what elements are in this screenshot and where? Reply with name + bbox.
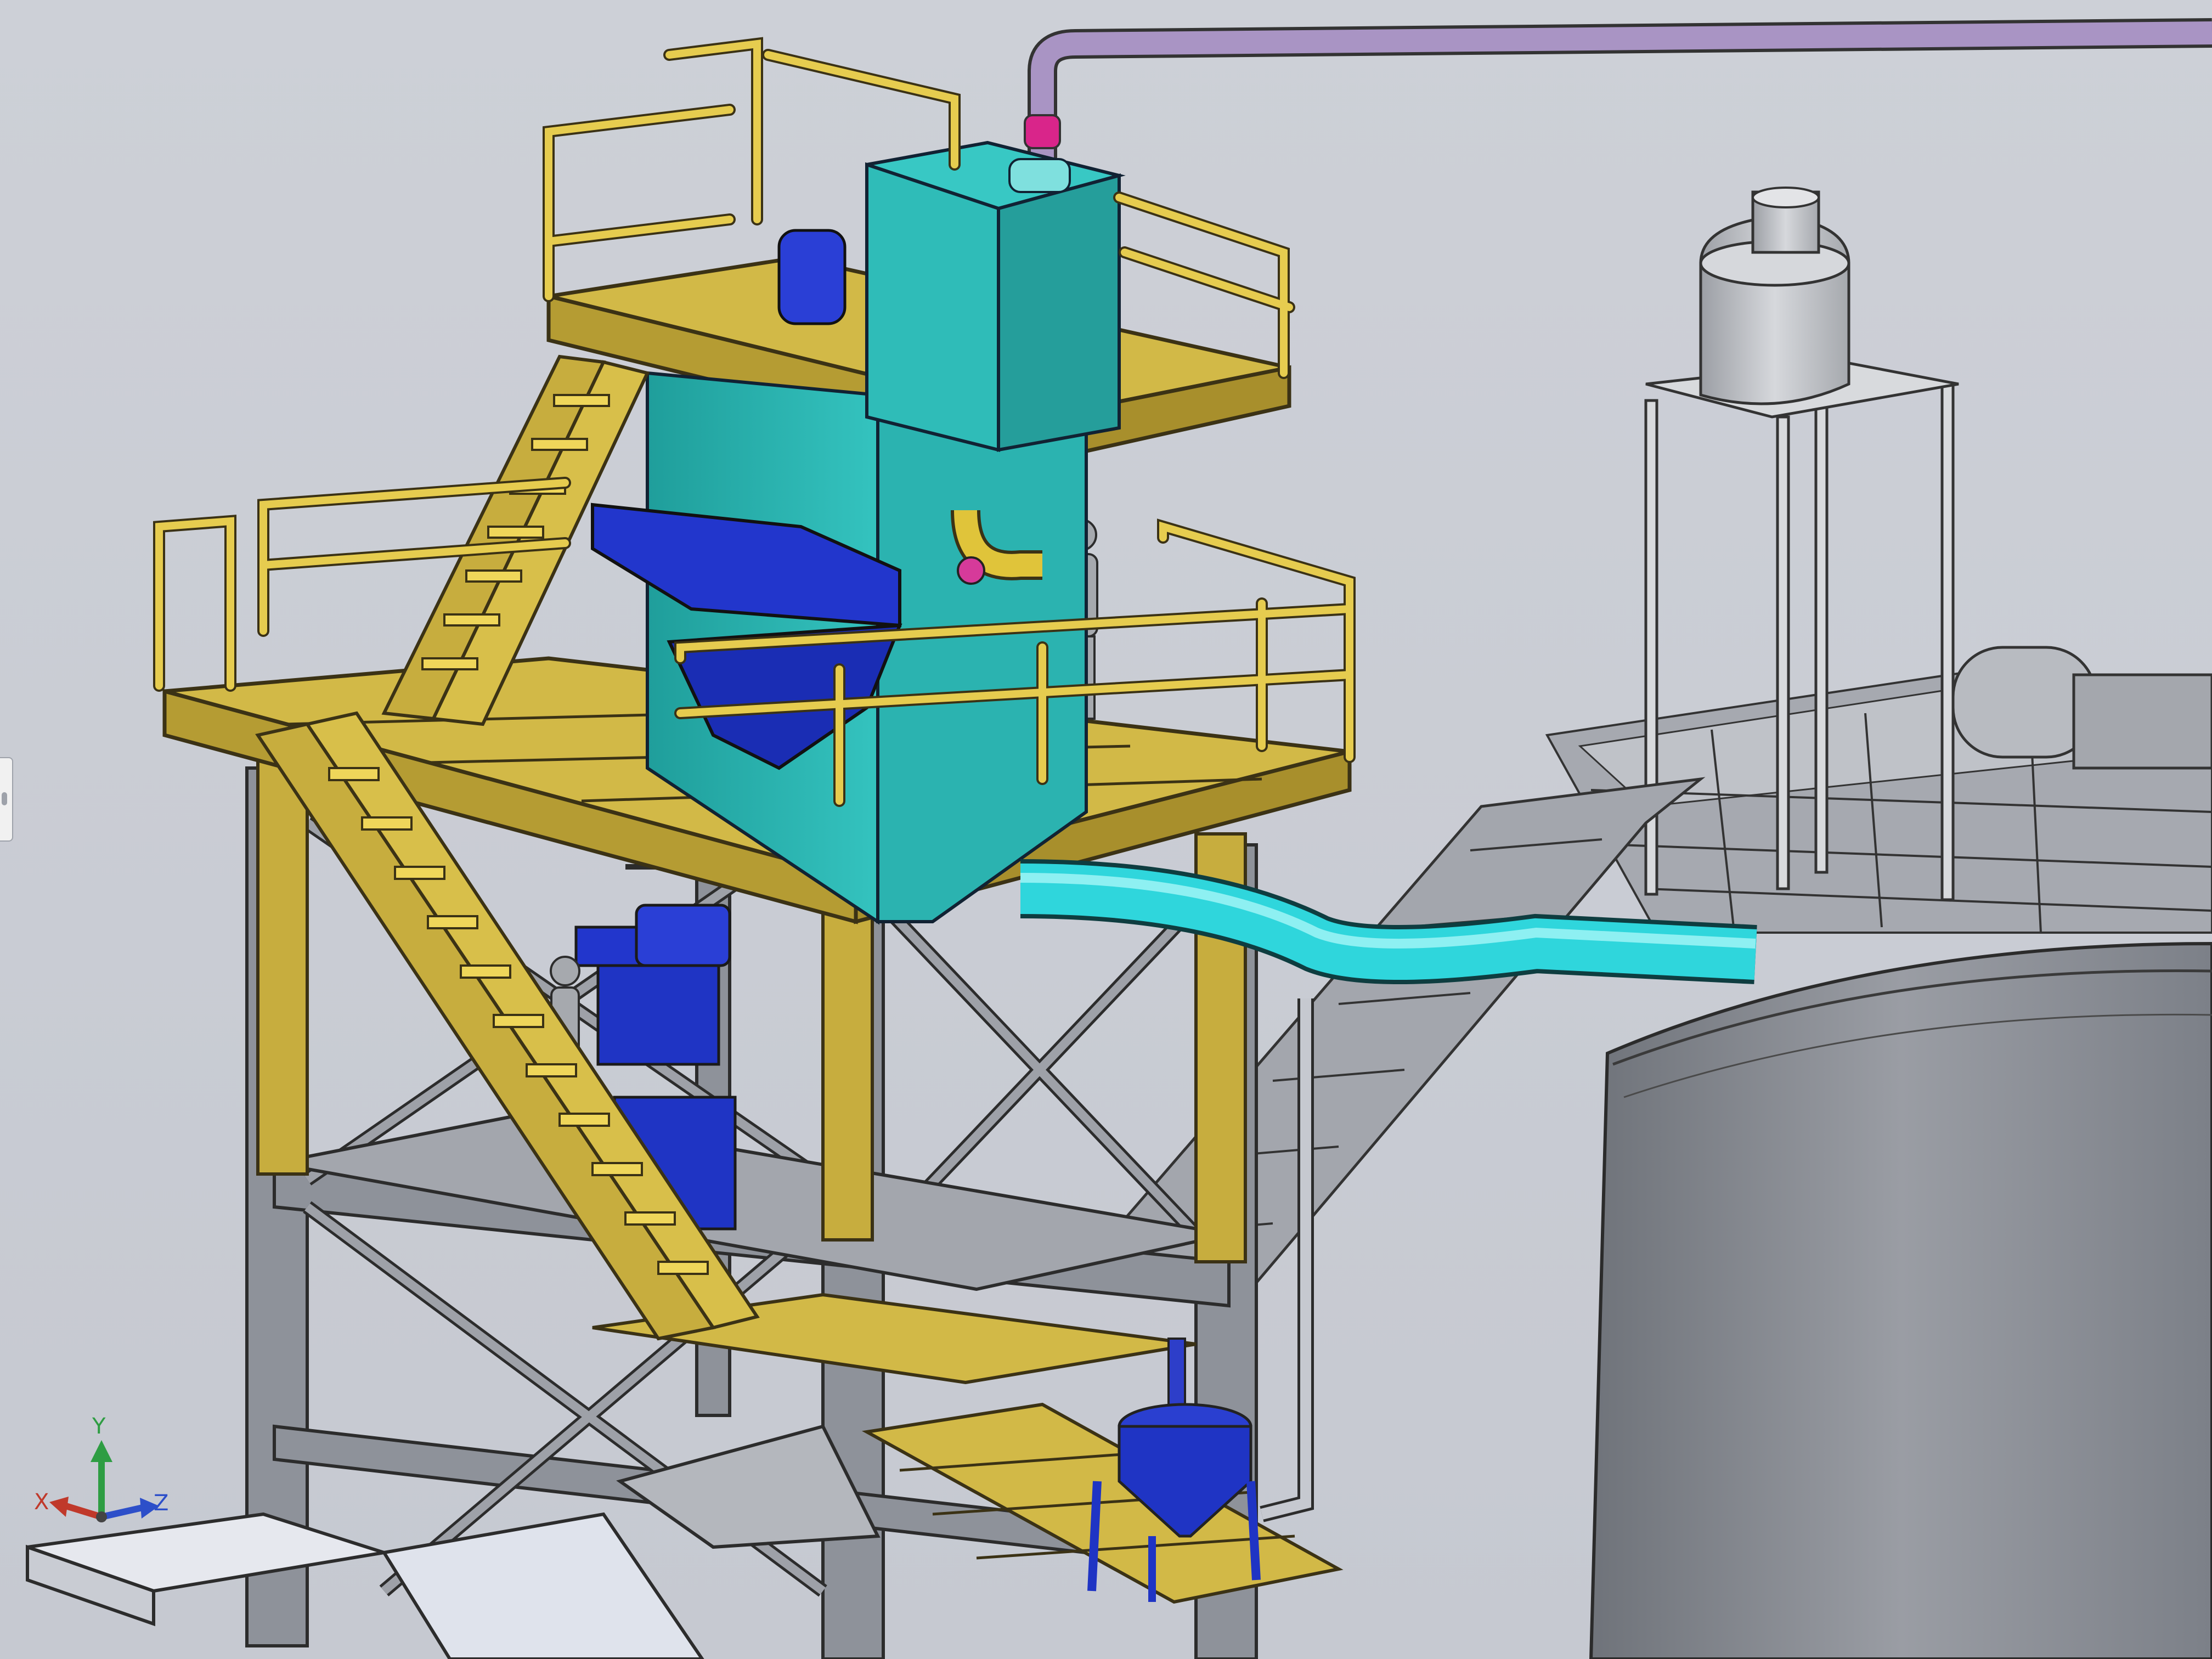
panel-toggle-icon xyxy=(2,792,7,805)
triad-z-label: Z xyxy=(154,1491,169,1516)
overhead-pipe xyxy=(1024,18,2212,176)
storage-tank[interactable] xyxy=(1589,941,2212,1659)
triad-y-label: Y xyxy=(92,1414,106,1439)
side-panel-tab[interactable] xyxy=(0,757,13,842)
coordinate-triad xyxy=(49,1440,159,1522)
model-viewport[interactable]: X Y Z xyxy=(0,0,2212,1659)
triad-x-label: X xyxy=(34,1489,49,1515)
